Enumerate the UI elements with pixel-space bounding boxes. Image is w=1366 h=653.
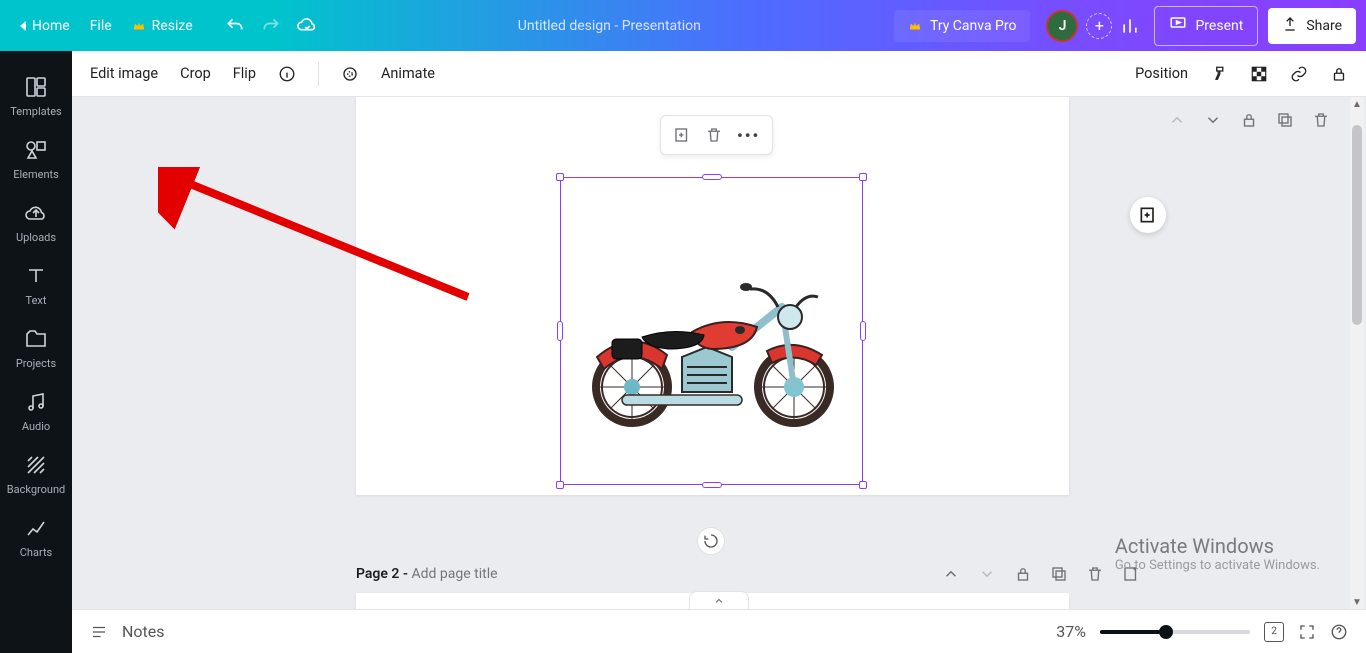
- sidebar-item-audio[interactable]: Audio: [0, 380, 72, 443]
- resize-handle-bl[interactable]: [556, 481, 564, 489]
- background-icon: [24, 453, 48, 477]
- add-page-floating-button[interactable]: [1130, 197, 1166, 233]
- link-icon[interactable]: [1290, 65, 1308, 83]
- projects-icon: [24, 327, 48, 351]
- copy-style-icon[interactable]: [1210, 65, 1228, 83]
- rotate-handle[interactable]: [697, 527, 725, 555]
- duplicate-page-icon[interactable]: [1276, 111, 1294, 129]
- resize-handle-b[interactable]: [702, 482, 722, 488]
- left-sidebar: Templates Elements Uploads Text Projects…: [0, 51, 72, 653]
- present-button[interactable]: Present: [1154, 6, 1258, 46]
- try-pro-button[interactable]: Try Canva Pro: [894, 10, 1030, 42]
- fullscreen-icon[interactable]: [1298, 623, 1316, 641]
- floating-action-bar: •••: [660, 115, 773, 155]
- lock-icon[interactable]: [1330, 65, 1348, 83]
- crown-icon: [132, 19, 146, 33]
- animate-icon: [341, 65, 359, 83]
- crown-icon: [908, 19, 922, 33]
- collapse-pages-tab[interactable]: [689, 591, 749, 609]
- edit-image-button[interactable]: Edit image: [90, 65, 158, 82]
- transparency-icon[interactable]: [1250, 65, 1268, 83]
- resize-handle-br[interactable]: [859, 481, 867, 489]
- chevron-left-icon: [20, 21, 26, 31]
- sidebar-item-templates[interactable]: Templates: [0, 65, 72, 128]
- delete-icon[interactable]: [705, 126, 723, 144]
- resize-handle-l[interactable]: [557, 321, 563, 341]
- page2-down-icon[interactable]: [978, 565, 996, 583]
- page2-duplicate-icon[interactable]: [1050, 565, 1068, 583]
- flip-button[interactable]: Flip: [233, 65, 256, 82]
- divider: [318, 62, 319, 86]
- presentation-icon: [1169, 15, 1187, 37]
- bottom-bar: Notes 37% 2: [72, 609, 1366, 653]
- page2-title[interactable]: Page 2 - Add page title: [356, 566, 498, 582]
- workspace: Templates Elements Uploads Text Projects…: [0, 51, 1366, 653]
- resize-handle-t[interactable]: [702, 174, 722, 180]
- vertical-scrollbar[interactable]: ▲ ▼: [1350, 97, 1364, 609]
- uploads-icon: [24, 201, 48, 225]
- zoom-value[interactable]: 37%: [1056, 622, 1086, 641]
- canvas-area[interactable]: Page 1 - Add page title •••: [72, 97, 1366, 609]
- home-button[interactable]: Home: [10, 12, 80, 40]
- page2-up-icon[interactable]: [942, 565, 960, 583]
- share-button[interactable]: Share: [1268, 8, 1356, 44]
- avatar[interactable]: J: [1046, 10, 1078, 42]
- resize-handle-tr[interactable]: [859, 173, 867, 181]
- text-icon: [24, 264, 48, 288]
- page-up-icon[interactable]: [1168, 111, 1186, 129]
- sidebar-item-background[interactable]: Background: [0, 443, 72, 506]
- upload-icon: [1282, 16, 1298, 36]
- sidebar-item-elements[interactable]: Elements: [0, 128, 72, 191]
- more-icon[interactable]: •••: [737, 126, 760, 145]
- scroll-down-icon[interactable]: ▼: [1350, 595, 1364, 609]
- delete-page-icon[interactable]: [1312, 111, 1330, 129]
- sidebar-item-charts[interactable]: Charts: [0, 506, 72, 569]
- templates-icon: [24, 75, 48, 99]
- file-menu[interactable]: File: [80, 12, 122, 40]
- insights-button[interactable]: [1112, 16, 1148, 36]
- cloud-sync-icon[interactable]: [289, 15, 325, 37]
- help-icon[interactable]: [1330, 623, 1348, 641]
- windows-watermark: Activate Windows Go to Settings to activ…: [1115, 534, 1320, 573]
- undo-button[interactable]: [217, 16, 253, 36]
- crop-button[interactable]: Crop: [180, 65, 211, 82]
- image-toolbar: Edit image Crop Flip Animate Position: [72, 51, 1366, 97]
- animate-button[interactable]: Animate: [381, 65, 435, 82]
- sidebar-item-projects[interactable]: Projects: [0, 317, 72, 380]
- sidebar-item-text[interactable]: Text: [0, 254, 72, 317]
- add-to-page-icon[interactable]: [673, 126, 691, 144]
- notes-icon[interactable]: [90, 623, 108, 641]
- add-collaborator-button[interactable]: +: [1086, 13, 1112, 39]
- charts-icon: [24, 516, 48, 540]
- top-header: Home File Resize Untitled design - Prese…: [0, 0, 1366, 51]
- resize-handle-r[interactable]: [860, 321, 866, 341]
- resize-button[interactable]: Resize: [122, 12, 203, 40]
- document-title[interactable]: Untitled design - Presentation: [325, 18, 894, 34]
- scroll-up-icon[interactable]: ▲: [1350, 97, 1364, 111]
- selection-box[interactable]: [560, 177, 863, 485]
- home-label: Home: [32, 18, 70, 34]
- page2-lock-icon[interactable]: [1014, 565, 1032, 583]
- position-button[interactable]: Position: [1135, 65, 1188, 82]
- notes-button[interactable]: Notes: [122, 622, 165, 641]
- lock-page-icon[interactable]: [1240, 111, 1258, 129]
- page-count-badge[interactable]: 2: [1264, 622, 1284, 642]
- audio-icon: [24, 390, 48, 414]
- redo-button[interactable]: [253, 16, 289, 36]
- main-column: Edit image Crop Flip Animate Position Pa…: [72, 51, 1366, 653]
- info-icon[interactable]: [278, 65, 296, 83]
- page-down-icon[interactable]: [1204, 111, 1222, 129]
- sidebar-item-uploads[interactable]: Uploads: [0, 191, 72, 254]
- zoom-slider[interactable]: [1100, 630, 1250, 634]
- resize-handle-tl[interactable]: [556, 173, 564, 181]
- scrollbar-thumb[interactable]: [1352, 125, 1362, 325]
- elements-icon: [24, 138, 48, 162]
- page2-delete-icon[interactable]: [1086, 565, 1104, 583]
